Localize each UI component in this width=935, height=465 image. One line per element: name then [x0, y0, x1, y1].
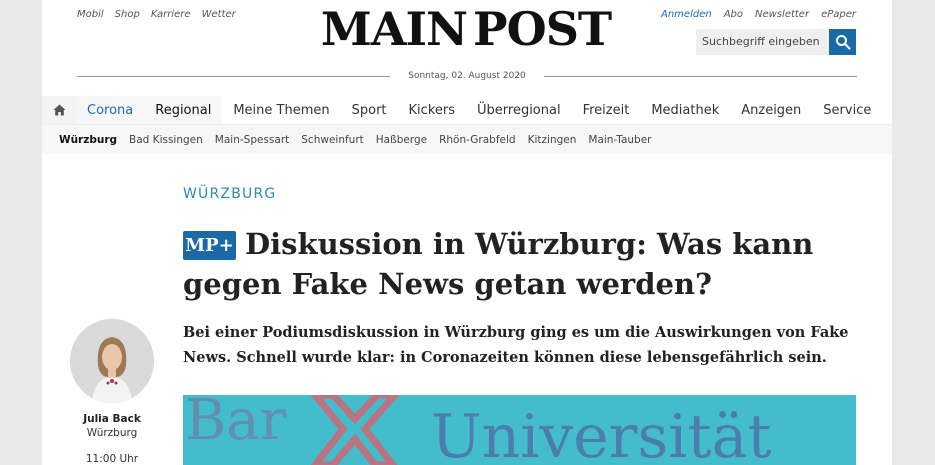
link-anmelden[interactable]: Anmelden	[661, 9, 712, 20]
nav-item-service[interactable]: Service	[812, 96, 882, 124]
page: Mobil Shop Karriere Wetter MAIN POST Anm…	[42, 0, 892, 465]
author-photo	[70, 319, 154, 403]
nav-item-ueberregional[interactable]: Überregional	[466, 96, 572, 124]
subnav-item-main-spessart[interactable]: Main-Spessart	[215, 134, 289, 146]
home-icon	[53, 104, 65, 116]
divider-left	[77, 75, 391, 77]
author-name[interactable]: Julia Back	[69, 413, 155, 425]
nav-item-regional[interactable]: Regional	[144, 96, 223, 124]
link-shop[interactable]: Shop	[115, 9, 140, 20]
subnav-item-hassberge[interactable]: Haßberge	[376, 134, 427, 146]
logo-text-right: POST	[473, 2, 612, 56]
headline-text: Diskussion in Würzburg: Was kann gegen F…	[183, 227, 814, 301]
article-headline: MP+ Diskussion in Würzburg: Was kann gege…	[183, 224, 843, 304]
link-epaper[interactable]: ePaper	[821, 9, 856, 20]
date-row: Sonntag, 02. August 2020	[77, 68, 858, 84]
subnav-item-kitzingen[interactable]: Kitzingen	[528, 134, 577, 146]
link-newsletter[interactable]: Newsletter	[755, 9, 809, 20]
subnav-item-schweinfurt[interactable]: Schweinfurt	[301, 134, 364, 146]
link-mobil[interactable]: Mobil	[77, 9, 104, 20]
subnav-item-main-tauber[interactable]: Main-Tauber	[588, 134, 651, 146]
search-input[interactable]: Suchbegriff eingeben	[696, 29, 829, 55]
subnav-item-wuerzburg[interactable]: Würzburg	[59, 134, 117, 146]
top-left-links: Mobil Shop Karriere Wetter	[77, 9, 247, 20]
sub-nav: Würzburg Bad Kissingen Main-Spessart Sch…	[42, 125, 892, 154]
main-nav: Corona Regional Meine Themen Sport Kicke…	[42, 96, 892, 125]
top-right-links: Anmelden Abo Newsletter ePaper	[649, 9, 856, 20]
link-karriere[interactable]: Karriere	[151, 9, 191, 20]
logo-text-left: MAIN	[320, 2, 468, 56]
nav-item-corona[interactable]: Corona	[76, 96, 145, 124]
current-date: Sonntag, 02. August 2020	[408, 71, 526, 81]
nav-home[interactable]	[42, 96, 76, 124]
search-button[interactable]	[829, 29, 856, 55]
subnav-item-rhoen-grabfeld[interactable]: Rhön-Grabfeld	[439, 134, 516, 146]
article-time: 11:00 Uhr	[85, 453, 139, 465]
nav-item-sport[interactable]: Sport	[341, 96, 398, 124]
hero-image[interactable]: Bar Universität	[183, 395, 856, 465]
search-box: Suchbegriff eingeben	[696, 29, 856, 55]
nav-item-anzeigen[interactable]: Anzeigen	[730, 96, 812, 124]
link-abo[interactable]: Abo	[724, 9, 743, 20]
nav-item-meine-themen[interactable]: Meine Themen	[222, 96, 340, 124]
nav-item-kickers[interactable]: Kickers	[398, 96, 466, 124]
mp-plus-badge: MP+	[183, 231, 236, 260]
nav-item-freizeit[interactable]: Freizeit	[572, 96, 641, 124]
search-icon	[835, 35, 851, 50]
nav-item-mediathek[interactable]: Mediathek	[640, 96, 730, 124]
link-wetter[interactable]: Wetter	[202, 9, 236, 20]
hero-photo: Bar Universität	[183, 395, 856, 465]
svg-text:Bar: Bar	[185, 395, 287, 453]
author-city: Würzburg	[86, 427, 138, 439]
main-post-logo[interactable]: MAIN POST	[321, 6, 612, 52]
avatar[interactable]	[70, 319, 154, 403]
svg-text:Universität: Universität	[431, 402, 771, 465]
divider-right	[543, 75, 858, 77]
author-box: Julia Back Würzburg 11:00 Uhr	[69, 319, 155, 465]
article-kicker[interactable]: WÜRZBURG	[183, 186, 276, 202]
article-teaser: Bei einer Podiumsdiskussion in Würzburg …	[183, 324, 849, 366]
subnav-item-bad-kissingen[interactable]: Bad Kissingen	[129, 134, 203, 146]
